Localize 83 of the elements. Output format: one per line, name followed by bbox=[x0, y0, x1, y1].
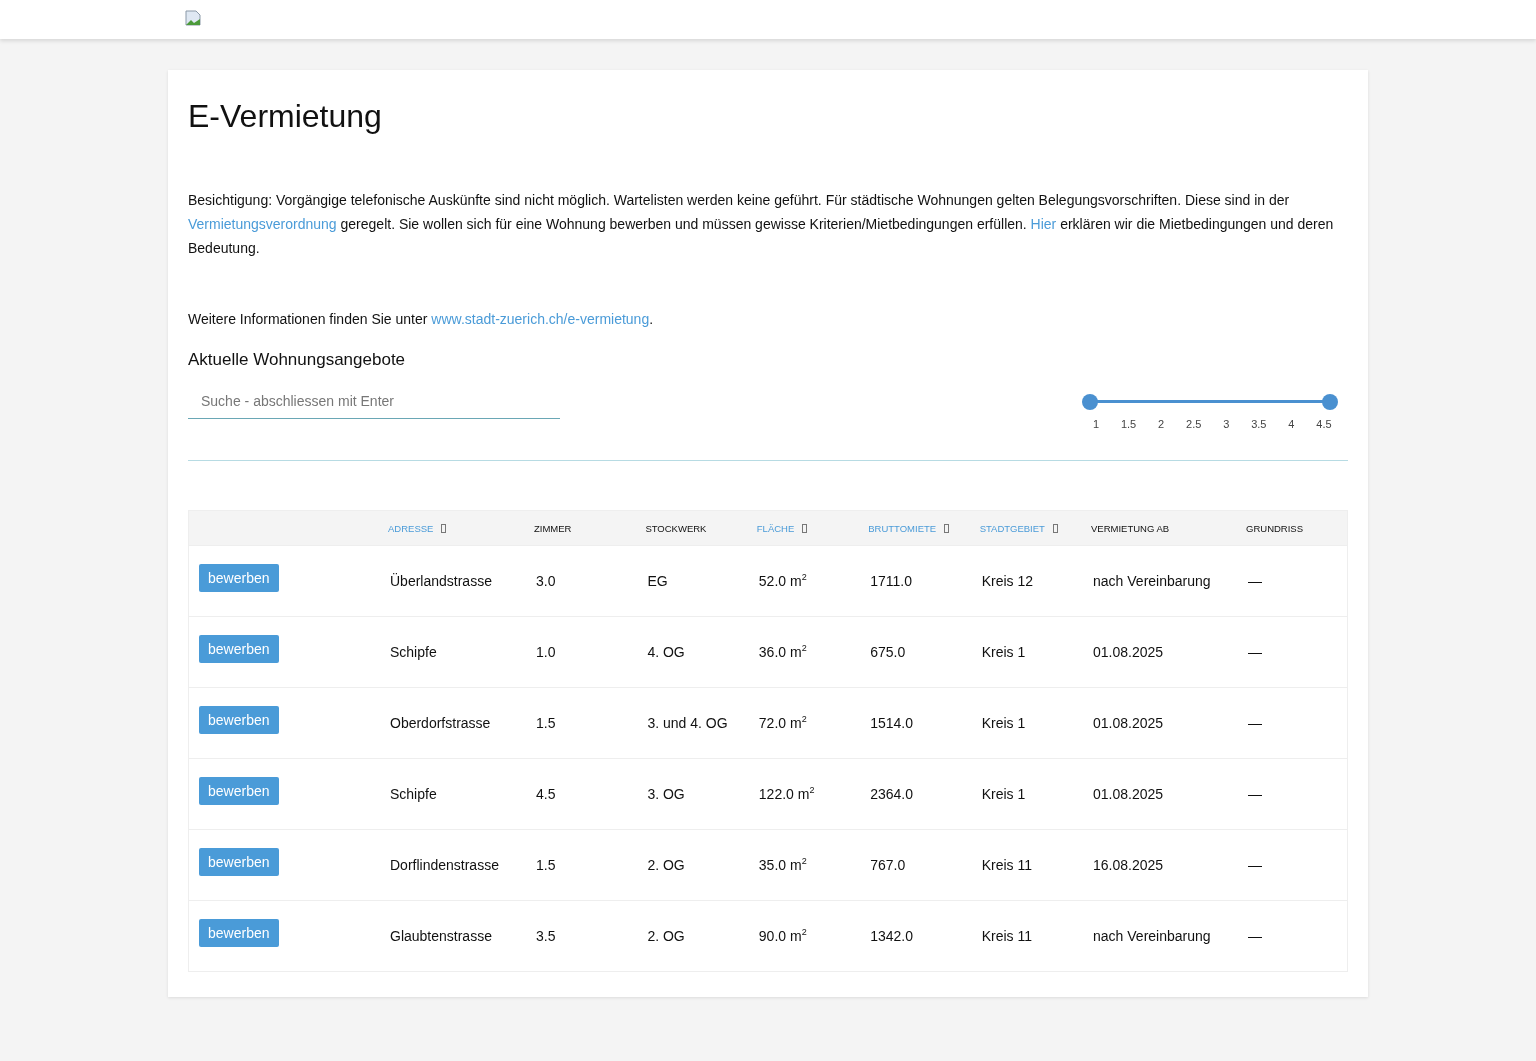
table-cell: 1342.0 bbox=[870, 928, 914, 944]
tick-label: 1 bbox=[1091, 418, 1101, 430]
column-header: ZIMMER bbox=[534, 522, 572, 534]
sort-icon[interactable] bbox=[441, 523, 447, 533]
table-cell: nach Vereinbarung bbox=[1093, 928, 1211, 944]
table-cell: 36.0 m$^{2}$ bbox=[758, 644, 807, 661]
table-cell: Kreis 11 bbox=[981, 928, 1032, 944]
sort-column-header[interactable]: FLÄCHE bbox=[756, 522, 795, 534]
table-cell: 122.0 m$^{2}$ bbox=[758, 786, 815, 803]
tick-label: 2.5 bbox=[1185, 418, 1203, 430]
sort-icon[interactable] bbox=[944, 523, 950, 533]
slider-handle[interactable] bbox=[1082, 394, 1098, 410]
broken-image-icon bbox=[185, 9, 201, 26]
tick-label: 4.5 bbox=[1315, 418, 1333, 430]
apply-button[interactable]: bewerben bbox=[199, 564, 279, 592]
column-header: VERMIETUNG AB bbox=[1091, 522, 1170, 534]
apply-button[interactable]: bewerben bbox=[199, 777, 279, 805]
sort-column-header[interactable]: ADRESSE bbox=[388, 522, 434, 534]
table-cell: Kreis 11 bbox=[981, 857, 1032, 873]
table-cell: 72.0 m$^{2}$ bbox=[758, 715, 807, 732]
table-cell: — bbox=[1248, 857, 1263, 873]
table-cell: 2. OG bbox=[647, 857, 685, 873]
table-cell: 3.0 bbox=[536, 573, 556, 589]
table-cell: Überlandstrasse bbox=[390, 573, 492, 589]
apply-button[interactable]: bewerben bbox=[199, 635, 279, 663]
table-cell: Oberdorfstrasse bbox=[390, 715, 491, 731]
table-cell: Kreis 12 bbox=[981, 573, 1033, 589]
section-title: Aktuelle Wohnungsangebote bbox=[188, 350, 407, 370]
table-cell: EG bbox=[647, 573, 668, 589]
table-cell: 2364.0 bbox=[870, 786, 914, 802]
table-cell: 35.0 m$^{2}$ bbox=[758, 857, 807, 874]
apply-button[interactable]: bewerben bbox=[199, 848, 279, 876]
table-cell: Kreis 1 bbox=[981, 644, 1026, 660]
sort-icon[interactable] bbox=[802, 523, 808, 533]
table-cell: Dorflindenstrasse bbox=[390, 857, 499, 873]
table-cell: 4. OG bbox=[647, 644, 685, 660]
table-cell: 3. und 4. OG bbox=[647, 715, 728, 731]
table-cell: — bbox=[1248, 786, 1263, 802]
column-header: GRUNDRISS bbox=[1246, 522, 1304, 534]
table-cell: 3. OG bbox=[647, 786, 685, 802]
table-cell: Glaubtenstrasse bbox=[390, 928, 492, 944]
page-title: E-Vermietung bbox=[188, 97, 383, 136]
sort-column-header[interactable]: STADTGEBIET bbox=[979, 522, 1045, 534]
info-sentence: Weitere Informationen finden Sie unter www.stadt-zuerich.ch/e-vermietung. bbox=[188, 310, 655, 329]
table-cell: 3.5 bbox=[536, 928, 556, 944]
tick-label: 1.5 bbox=[1119, 418, 1138, 430]
table-cell: — bbox=[1248, 715, 1263, 731]
table-cell: 2. OG bbox=[647, 928, 685, 944]
text-link[interactable]: Hier bbox=[1030, 216, 1057, 232]
table-cell: 1.5 bbox=[536, 857, 556, 873]
table-cell: 767.0 bbox=[870, 857, 906, 873]
table-cell: 52.0 m$^{2}$ bbox=[758, 573, 807, 590]
table-cell: 4.5 bbox=[536, 786, 556, 802]
table-cell: 1.0 bbox=[536, 644, 556, 660]
apply-button[interactable]: bewerben bbox=[199, 919, 279, 947]
table-cell: Kreis 1 bbox=[981, 786, 1026, 802]
table-cell: 1514.0 bbox=[870, 715, 914, 731]
column-header: STOCKWERK bbox=[645, 522, 707, 534]
tick-label: 2 bbox=[1157, 418, 1166, 430]
table-cell: — bbox=[1248, 928, 1263, 944]
table-cell: 01.08.2025 bbox=[1093, 786, 1164, 802]
table-cell: — bbox=[1248, 573, 1263, 589]
table-cell: Schipfe bbox=[390, 644, 437, 660]
tick-label: 4 bbox=[1287, 418, 1296, 430]
table-cell: Kreis 1 bbox=[981, 715, 1026, 731]
table-cell: 01.08.2025 bbox=[1093, 644, 1164, 660]
table-cell: 1711.0 bbox=[870, 573, 912, 589]
text-link[interactable]: Vermietungsverordnung bbox=[188, 216, 337, 232]
tick-label: 3 bbox=[1222, 418, 1231, 430]
intro-paragraph: Besichtigung: Vorgängige telefonische Auskünfte sind nicht möglich. Wartelisten werden keine geführt. Für städtische Wohnungen gelten Belegungsvorschriften. Diese sind in der Vermietungsverordnung geregelt. Sie wollen sich für eine Wohnung bewerben und müssen gewisse Kriterien/Mietbedingungen erfüllen. Hier erklären wir die Mietbedingungen und deren Bedeutung. bbox=[188, 191, 1335, 258]
sort-icon[interactable] bbox=[1052, 523, 1058, 533]
range-slider[interactable] bbox=[1082, 394, 1338, 410]
table-cell: 16.08.2025 bbox=[1093, 857, 1164, 873]
tick-label: 3.5 bbox=[1250, 418, 1268, 430]
table-cell: 01.08.2025 bbox=[1093, 715, 1164, 731]
table-cell: — bbox=[1248, 644, 1263, 660]
table-cell: Schipfe bbox=[390, 786, 437, 802]
slider-handle[interactable] bbox=[1322, 394, 1338, 410]
table-cell: 90.0 m$^{2}$ bbox=[758, 928, 807, 945]
table-cell: nach Vereinbarung bbox=[1093, 573, 1211, 589]
table-cell: 675.0 bbox=[870, 644, 906, 660]
table-cell: 1.5 bbox=[536, 715, 556, 731]
apply-button[interactable]: bewerben bbox=[199, 706, 279, 734]
